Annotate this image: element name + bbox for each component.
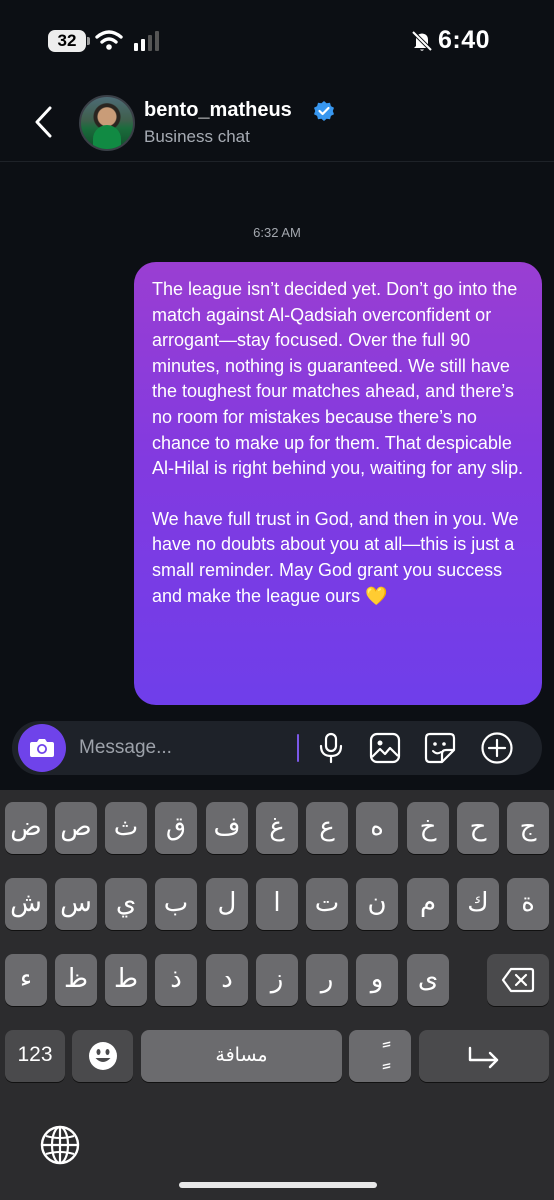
key-ta-marbuta[interactable]: ة xyxy=(507,878,549,930)
home-indicator[interactable] xyxy=(179,1182,377,1188)
key-alif-maqsura[interactable]: ى xyxy=(407,954,449,1006)
microphone-icon[interactable] xyxy=(318,732,344,764)
space-key[interactable]: مسافة xyxy=(141,1030,342,1082)
key-hamza[interactable]: ء xyxy=(5,954,47,1006)
key-sin[interactable]: س xyxy=(55,878,97,930)
message-timestamp: 6:32 AM xyxy=(253,225,301,240)
return-key[interactable] xyxy=(419,1030,549,1082)
key-qaf[interactable]: ق xyxy=(155,802,197,854)
backspace-key[interactable] xyxy=(487,954,549,1006)
key-zay[interactable]: ز xyxy=(256,954,298,1006)
key-zha[interactable]: ظ xyxy=(55,954,97,1006)
key-ha[interactable]: ه xyxy=(356,802,398,854)
key-mim[interactable]: م xyxy=(407,878,449,930)
message-paragraph: The league isn’t decided yet. Don’t go i… xyxy=(152,279,524,479)
return-icon xyxy=(468,1046,499,1069)
verified-badge-icon xyxy=(314,101,334,121)
bell-slash-icon xyxy=(411,30,433,52)
key-dad[interactable]: ض xyxy=(5,802,47,854)
chat-header: bento_matheus Business chat xyxy=(0,84,554,162)
key-alif[interactable]: ا xyxy=(256,878,298,930)
key-lam[interactable]: ل xyxy=(206,878,248,930)
status-time: 6:40 xyxy=(438,26,491,54)
backspace-icon xyxy=(501,967,535,993)
key-tta[interactable]: ط xyxy=(105,954,147,1006)
chat-subtitle: Business chat xyxy=(144,127,250,146)
battery-indicator: 32 xyxy=(48,30,86,52)
plus-circle-icon[interactable] xyxy=(480,732,514,766)
wifi-icon xyxy=(95,30,123,50)
key-kha[interactable]: خ xyxy=(407,802,449,854)
sent-message-bubble[interactable]: The league isn’t decided yet. Don’t go i… xyxy=(134,262,542,705)
key-dal[interactable]: د xyxy=(206,954,248,1006)
key-nun[interactable]: ن xyxy=(356,878,398,930)
key-sad[interactable]: ص xyxy=(55,802,97,854)
key-ain[interactable]: ع xyxy=(306,802,348,854)
battery-tip xyxy=(87,37,90,45)
numbers-key[interactable]: 123 xyxy=(5,1030,65,1082)
emoji-icon xyxy=(88,1042,117,1070)
status-bar: 32 6:40 xyxy=(0,0,554,84)
key-ba[interactable]: ب xyxy=(155,878,197,930)
key-dhal[interactable]: ذ xyxy=(155,954,197,1006)
key-shin[interactable]: ش xyxy=(5,878,47,930)
key-fa[interactable]: ف xyxy=(206,802,248,854)
gallery-icon[interactable] xyxy=(369,732,401,764)
sticker-icon[interactable] xyxy=(424,732,456,764)
text-cursor xyxy=(297,734,299,762)
key-tha[interactable]: ث xyxy=(105,802,147,854)
camera-icon xyxy=(30,739,54,757)
diacritic-key[interactable]: ًٍ xyxy=(349,1030,411,1082)
key-ta[interactable]: ت xyxy=(306,878,348,930)
chevron-left-icon[interactable] xyxy=(32,104,56,140)
key-jim[interactable]: ج xyxy=(507,802,549,854)
key-kaf[interactable]: ك xyxy=(457,878,499,930)
message-input[interactable] xyxy=(79,721,289,775)
key-ya[interactable]: ي xyxy=(105,878,147,930)
key-hha[interactable]: ح xyxy=(457,802,499,854)
cellular-signal-icon xyxy=(134,31,159,51)
key-ghain[interactable]: غ xyxy=(256,802,298,854)
chat-username[interactable]: bento_matheus xyxy=(144,99,292,122)
globe-icon[interactable] xyxy=(39,1124,81,1166)
message-paragraph: We have full trust in God, and then in y… xyxy=(152,508,519,606)
key-ra[interactable]: ر xyxy=(306,954,348,1006)
emoji-key[interactable] xyxy=(72,1030,133,1082)
avatar[interactable] xyxy=(79,95,135,151)
camera-button[interactable] xyxy=(18,724,66,772)
key-waw[interactable]: و xyxy=(356,954,398,1006)
message-composer xyxy=(12,721,542,775)
arabic-keyboard: ض ص ث ق ف غ ع ه خ ح ج ش س ي ب ل ا ت ن م … xyxy=(0,790,554,1200)
